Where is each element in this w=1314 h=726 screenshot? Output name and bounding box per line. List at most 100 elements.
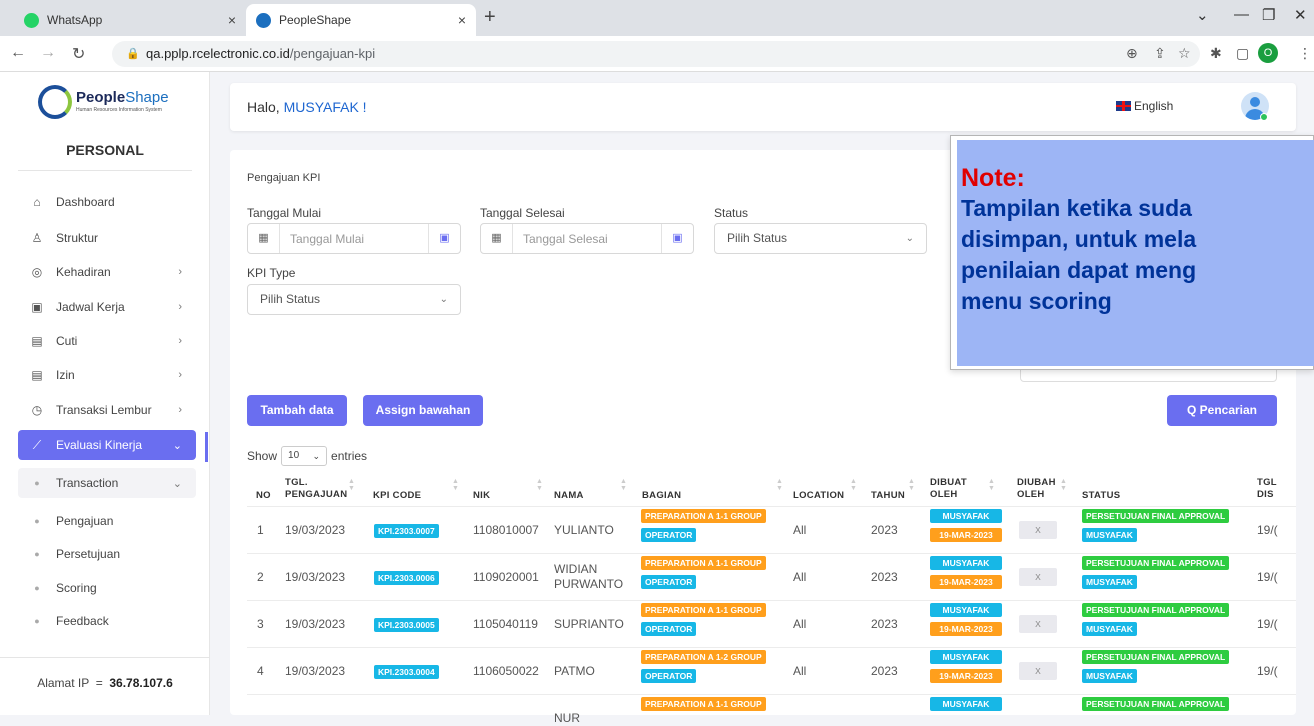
- entries-label: entries: [331, 449, 368, 463]
- entries-select[interactable]: 10 ⌄: [281, 446, 328, 466]
- new-tab-button[interactable]: +: [484, 6, 496, 29]
- sidebar-subitem-scoring[interactable]: ● Scoring: [18, 573, 196, 603]
- sidebar-item-transaction[interactable]: ● Transaction ⌄: [18, 468, 196, 498]
- row-number: 1: [257, 523, 264, 537]
- profile-avatar[interactable]: O: [1258, 43, 1278, 63]
- brand-name-light: Shape: [125, 89, 169, 106]
- address-bar-row: ← → ↻ 🔒 qa.pplp.rcelectronic.co.id/penga…: [0, 36, 1314, 72]
- search-button[interactable]: Q Pencarian: [1167, 395, 1277, 426]
- tab-title: WhatsApp: [47, 13, 103, 27]
- note-line: penilaian dapat meng: [961, 257, 1197, 283]
- chevron-right-icon: ›: [178, 369, 182, 381]
- add-data-button[interactable]: Tambah data: [247, 395, 347, 426]
- sort-icon[interactable]: ▲ ▼: [776, 478, 783, 492]
- sort-icon[interactable]: ▲ ▼: [908, 478, 915, 492]
- sidebar-subitem-pengajuan[interactable]: ● Pengajuan: [18, 506, 196, 536]
- sort-icon[interactable]: ▲ ▼: [988, 478, 995, 492]
- peopleshape-logo[interactable]: PeopleShape Human Resources Information …: [38, 84, 178, 120]
- org-structure-icon: ♙: [31, 231, 43, 245]
- modified-by-badge: X: [1019, 521, 1057, 539]
- note-line: menu scoring: [961, 288, 1112, 314]
- sort-icon[interactable]: ▲ ▼: [452, 478, 459, 492]
- back-icon[interactable]: ←: [10, 44, 26, 62]
- column-header[interactable]: NAMA: [554, 490, 584, 502]
- tab-search-icon[interactable]: ⌄: [1196, 6, 1209, 24]
- sidebar-item-kehadiran[interactable]: ◎ Kehadiran ›: [18, 257, 196, 287]
- sidebar-item-dashboard[interactable]: ⌂ Dashboard: [18, 187, 196, 217]
- tab-whatsapp[interactable]: WhatsApp ×: [14, 4, 246, 36]
- note-heading: Note:: [961, 164, 1025, 192]
- start-date-placeholder: Tanggal Mulai: [290, 231, 365, 246]
- location-cell: All: [793, 617, 807, 631]
- column-header[interactable]: STATUS: [1082, 490, 1120, 502]
- sidebar-item-label: Transaksi Lembur: [56, 403, 152, 417]
- department-badge: PREPARATION A 1-1 GROUP: [641, 697, 766, 711]
- bullet-icon: ●: [34, 583, 40, 593]
- language-switcher[interactable]: English: [1116, 99, 1173, 113]
- sidebar-item-struktur[interactable]: ♙ Struktur: [18, 223, 196, 253]
- sort-icon[interactable]: ▲ ▼: [1060, 478, 1067, 492]
- column-header[interactable]: DIBUAT OLEH: [930, 477, 980, 501]
- created-date-badge: 19-MAR-2023: [930, 575, 1002, 589]
- column-header[interactable]: LOCATION: [793, 490, 844, 502]
- created-date-badge: 19-MAR-2023: [930, 669, 1002, 683]
- sidebar-item-jadwal-kerja[interactable]: ▣ Jadwal Kerja ›: [18, 292, 196, 322]
- sort-icon[interactable]: ▲ ▼: [850, 478, 857, 492]
- sidebar-item-cuti[interactable]: ▤ Cuti ›: [18, 326, 196, 356]
- brand-name-bold: People: [76, 89, 126, 106]
- column-header[interactable]: NO: [256, 490, 271, 502]
- row-number: 2: [257, 570, 264, 584]
- start-date-field[interactable]: ▦ Tanggal Mulai ▣: [247, 223, 461, 254]
- sidebar-item-label: Persetujuan: [56, 547, 121, 561]
- name-cell: YULIANTO: [554, 523, 614, 537]
- column-header[interactable]: NIK: [473, 490, 490, 502]
- status-select-value: Pilih Status: [727, 231, 788, 245]
- sort-icon[interactable]: ▲ ▼: [536, 478, 543, 492]
- share-icon[interactable]: ⇪: [1154, 45, 1166, 62]
- bullet-icon: ●: [34, 549, 40, 559]
- reload-icon[interactable]: ↻: [72, 44, 85, 64]
- minimize-icon[interactable]: —: [1234, 6, 1249, 23]
- tab-peopleshape[interactable]: PeopleShape ×: [246, 4, 476, 36]
- sidebar-item-evaluasi-kinerja[interactable]: ⟋ Evaluasi Kinerja ⌄: [18, 430, 196, 460]
- zoom-icon[interactable]: ⊕: [1126, 45, 1138, 62]
- modified-by-badge: X: [1019, 568, 1057, 586]
- column-header[interactable]: TGL. PENGAJUAN: [285, 477, 355, 501]
- greeting-exclaim: !: [358, 99, 367, 115]
- column-header[interactable]: KPI CODE: [373, 490, 421, 502]
- extensions-icon[interactable]: ✱: [1210, 45, 1222, 62]
- home-icon: ⌂: [33, 195, 41, 209]
- close-tab-icon[interactable]: ×: [458, 12, 466, 28]
- greeting-text: Halo,: [247, 99, 280, 115]
- assign-subordinate-button[interactable]: Assign bawahan: [363, 395, 483, 426]
- sort-icon[interactable]: ▲ ▼: [620, 478, 627, 492]
- kpi-type-select[interactable]: Pilih Status ⌄: [247, 284, 461, 315]
- status-user-badge: MUSYAFAK: [1082, 528, 1137, 542]
- menu-kebab-icon[interactable]: ⋮: [1298, 45, 1312, 62]
- sidebar-item-izin[interactable]: ▤ Izin ›: [18, 360, 196, 390]
- sort-icon[interactable]: ▲ ▼: [348, 478, 355, 492]
- name-cell: SUPRIANTO: [554, 617, 624, 631]
- bookmark-star-icon[interactable]: ☆: [1178, 45, 1191, 62]
- column-header[interactable]: TGL DIS: [1257, 477, 1287, 501]
- forward-icon[interactable]: →: [40, 44, 56, 62]
- close-tab-icon[interactable]: ×: [228, 12, 236, 28]
- calendar-picker-icon[interactable]: ▣: [428, 224, 460, 253]
- maximize-icon[interactable]: ❐: [1262, 6, 1275, 24]
- calendar-picker-icon[interactable]: ▣: [661, 224, 693, 253]
- column-header[interactable]: BAGIAN: [642, 490, 681, 502]
- column-header[interactable]: TAHUN: [871, 490, 905, 502]
- url-field[interactable]: 🔒 qa.pplp.rcelectronic.co.id/pengajuan-k…: [112, 41, 1200, 67]
- nik-cell: 1109020001: [473, 570, 539, 584]
- sidebar-item-transaksi-lembur[interactable]: ◷ Transaksi Lembur ›: [18, 395, 196, 425]
- sidebar-subitem-feedback[interactable]: ● Feedback: [18, 606, 196, 636]
- side-panel-icon[interactable]: ▢: [1236, 45, 1249, 62]
- sidebar-subitem-persetujuan[interactable]: ● Persetujuan: [18, 539, 196, 569]
- status-select[interactable]: Pilih Status ⌄: [714, 223, 927, 254]
- close-window-icon[interactable]: ✕: [1294, 6, 1307, 24]
- position-badge: OPERATOR: [641, 575, 697, 589]
- scrollbar-thumb[interactable]: [205, 432, 208, 462]
- end-date-field[interactable]: ▦ Tanggal Selesai ▣: [480, 223, 694, 254]
- nik-cell: 1106050022: [473, 664, 539, 678]
- chevron-down-icon: ⌄: [312, 451, 321, 461]
